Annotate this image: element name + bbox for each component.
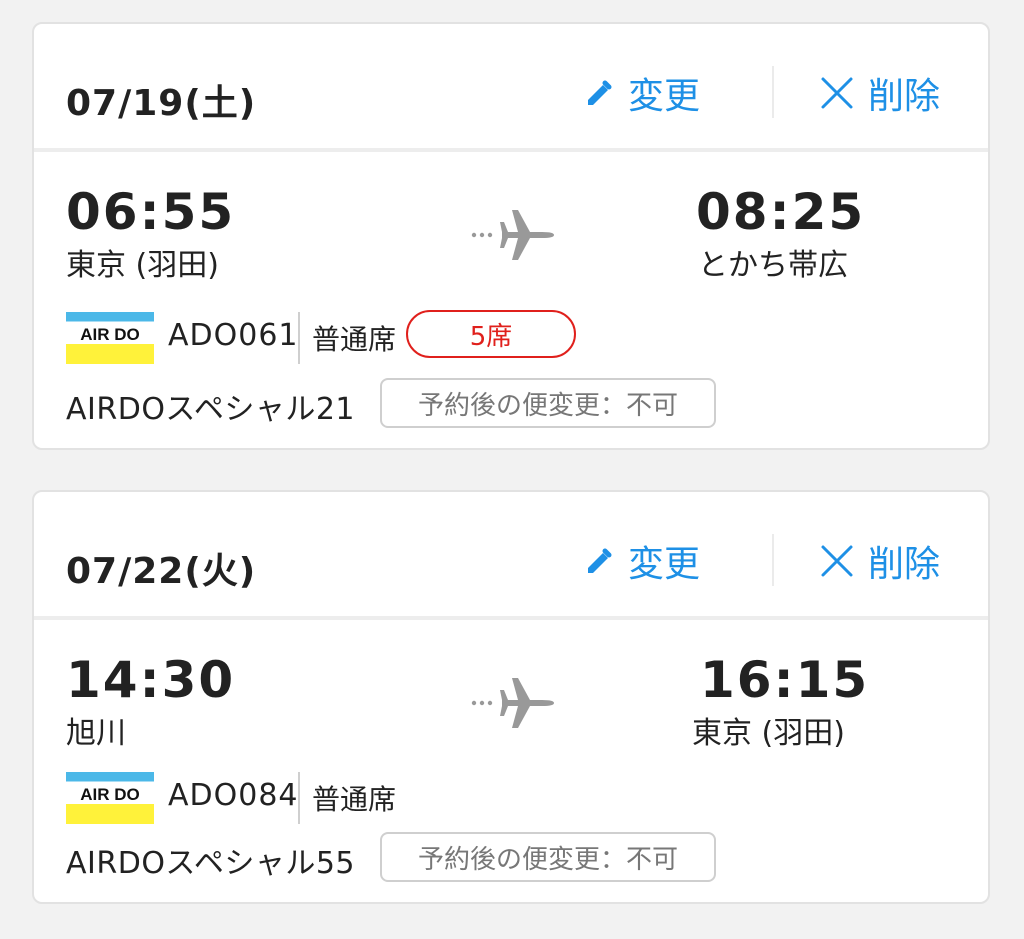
- fare-name: AIRDOスペシャル55: [66, 846, 356, 881]
- flight-number: ADO061: [168, 318, 299, 353]
- close-icon: [821, 77, 853, 109]
- flight-card: 07/22(火) 変更 削除 14:30 旭川 16:15 東京 (羽田) AI: [32, 490, 990, 904]
- delete-button[interactable]: 削除: [820, 538, 941, 585]
- flight-date: 07/22(火): [66, 551, 257, 592]
- card-header: 07/19(土) 変更 削除: [34, 24, 988, 152]
- arrival-time: 16:15: [700, 651, 870, 709]
- divider: [298, 772, 300, 824]
- close-icon: [821, 545, 853, 577]
- departure-time: 14:30: [66, 651, 236, 709]
- change-policy-badge: 予約後の便変更：不可: [380, 378, 716, 428]
- airline-logo: AIR DO: [66, 312, 154, 364]
- edit-button[interactable]: 変更: [584, 70, 701, 117]
- departure-time: 06:55: [66, 183, 236, 241]
- departure-airport: 東京 (羽田): [66, 248, 219, 283]
- fare-name: AIRDOスペシャル21: [66, 392, 356, 427]
- airline-logo: AIR DO: [66, 772, 154, 824]
- divider: [298, 312, 300, 364]
- edit-label: 変更: [628, 76, 701, 117]
- flight-number: ADO084: [168, 778, 299, 813]
- airplane-icon: [471, 678, 554, 728]
- flight-card: 07/19(土) 変更 削除 06:55 東京 (羽田) 08:25 とかち帯広: [32, 22, 990, 450]
- airplane-icon: [471, 210, 554, 260]
- seat-class: 普通席: [312, 783, 397, 816]
- edit-label: 変更: [628, 544, 701, 585]
- header-divider: [772, 534, 774, 586]
- pencil-icon: [588, 80, 612, 105]
- arrival-airport: とかち帯広: [698, 248, 848, 283]
- seats-remaining-badge: 5席: [406, 310, 576, 358]
- delete-label: 削除: [868, 76, 941, 117]
- airline-logo-text: AIR DO: [80, 785, 140, 804]
- arrival-time: 08:25: [696, 183, 866, 241]
- card-header: 07/22(火) 変更 削除: [34, 492, 988, 620]
- arrival-airport: 東京 (羽田): [692, 716, 845, 751]
- change-policy-badge: 予約後の便変更：不可: [380, 832, 716, 882]
- edit-button[interactable]: 変更: [584, 538, 701, 585]
- delete-label: 削除: [868, 544, 941, 585]
- delete-button[interactable]: 削除: [820, 70, 941, 117]
- flight-date: 07/19(土): [66, 83, 257, 124]
- departure-airport: 旭川: [66, 716, 126, 751]
- header-divider: [772, 66, 774, 118]
- airline-logo-text: AIR DO: [80, 325, 140, 344]
- seat-class: 普通席: [312, 323, 397, 356]
- pencil-icon: [588, 548, 612, 573]
